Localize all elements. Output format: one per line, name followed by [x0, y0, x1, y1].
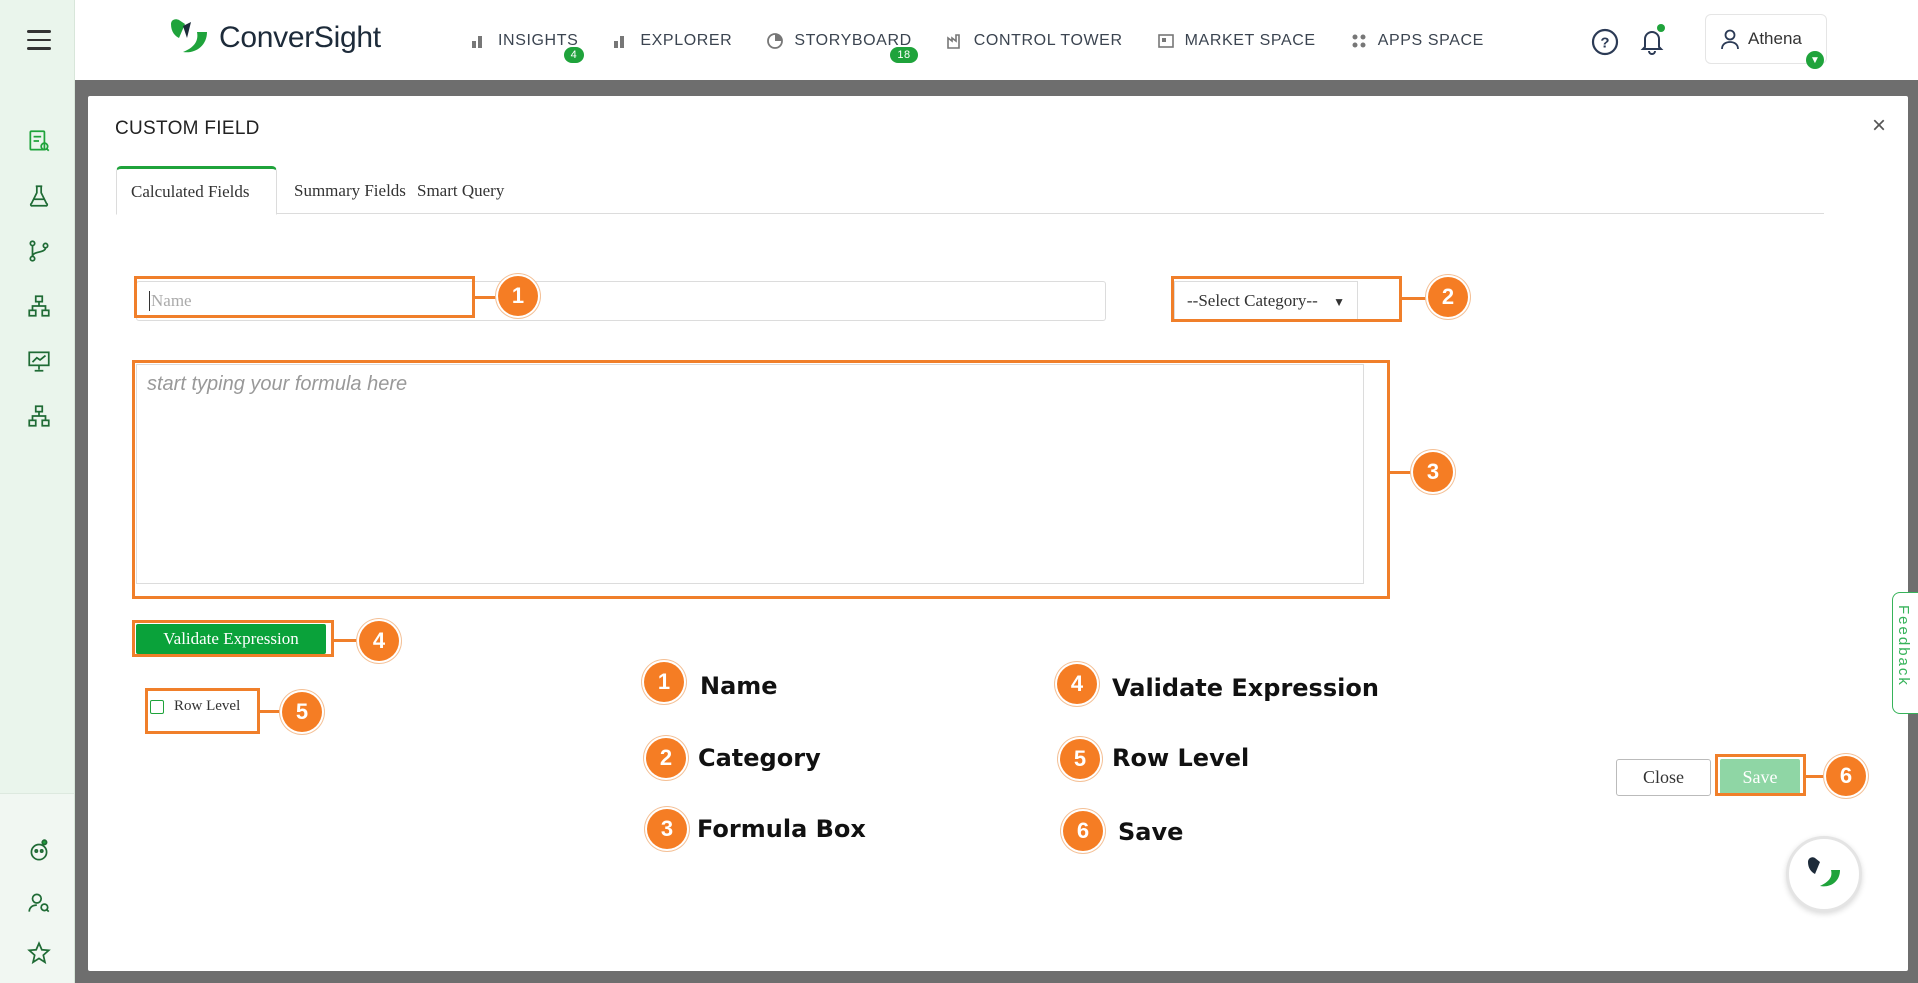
- legend-label-name: Name: [700, 672, 778, 700]
- annotation-connector-6: [1806, 775, 1826, 778]
- hierarchy-icon[interactable]: [26, 293, 52, 319]
- grid-apps-icon: [1352, 34, 1366, 48]
- feedback-tab[interactable]: Feedback: [1892, 592, 1918, 714]
- annotation-connector-1: [475, 296, 500, 299]
- branch-icon[interactable]: [26, 238, 52, 264]
- nav-storyboard[interactable]: STORYBOARD 18: [766, 32, 918, 63]
- annotation-box-validate: [132, 620, 334, 657]
- brand-logo[interactable]: ConverSight: [167, 18, 381, 58]
- legend-label-category: Category: [698, 744, 821, 772]
- nav-explorer[interactable]: EXPLORER: [612, 32, 732, 50]
- pie-chart-icon: [767, 33, 784, 49]
- market-icon: [1157, 34, 1174, 48]
- user-menu[interactable]: Athena ▼: [1705, 14, 1827, 69]
- bar-chart-icon: [472, 36, 482, 48]
- annotation-connector-3: [1390, 471, 1414, 474]
- annotation-connector-4: [334, 639, 360, 642]
- user-name: Athena: [1748, 29, 1802, 48]
- user-dropdown-icon[interactable]: ▼: [1806, 51, 1824, 69]
- legend-marker-1: 1: [644, 662, 684, 702]
- svg-text:?: ?: [1600, 35, 1609, 52]
- nav-insights-label: INSIGHTS: [498, 32, 579, 49]
- legend-label-row-level: Row Level: [1112, 744, 1250, 772]
- main-nav: INSIGHTS 4 EXPLORER STORYBOARD 18 CONTRO…: [470, 32, 1518, 63]
- bar-chart-icon: [614, 36, 625, 48]
- star-icon[interactable]: [26, 940, 52, 966]
- tab-bar: Calculated Fields Summary Fields Smart Q…: [116, 166, 1824, 215]
- rail-bottom-section: [0, 793, 74, 983]
- org-chart-icon[interactable]: [26, 403, 52, 429]
- annotation-marker-3: 3: [1413, 452, 1453, 492]
- nav-apps-space[interactable]: APPS SPACE: [1350, 32, 1484, 50]
- chatbot-logo-icon: [1808, 857, 1840, 887]
- tab-summary-fields[interactable]: Summary Fields: [280, 166, 420, 214]
- notifications-bell[interactable]: [1637, 24, 1667, 56]
- legend-marker-4: 4: [1057, 664, 1097, 704]
- annotation-box-formula: [132, 360, 1390, 599]
- close-icon[interactable]: ×: [1872, 112, 1886, 140]
- nav-control-tower-label: CONTROL TOWER: [973, 32, 1123, 49]
- report-icon[interactable]: [26, 128, 52, 154]
- top-bar: ConverSight INSIGHTS 4 EXPLORER STORYBOA…: [75, 0, 1918, 80]
- nav-market-space-label: MARKET SPACE: [1184, 32, 1316, 49]
- annotation-box-save: [1715, 754, 1806, 796]
- user-search-icon[interactable]: [26, 890, 52, 916]
- nav-control-tower[interactable]: CONTROL TOWER: [946, 32, 1123, 50]
- legend-label-validate: Validate Expression: [1112, 674, 1379, 702]
- brand-name: ConverSight: [219, 21, 381, 54]
- legend-marker-3: 3: [647, 809, 687, 849]
- legend-label-formula-box: Formula Box: [697, 815, 866, 843]
- annotation-marker-2: 2: [1428, 277, 1468, 317]
- nav-market-space[interactable]: MARKET SPACE: [1157, 32, 1316, 50]
- chatbot-launcher[interactable]: [1786, 836, 1862, 912]
- annotation-connector-2: [1402, 297, 1428, 300]
- nav-apps-space-label: APPS SPACE: [1377, 32, 1484, 49]
- tab-smart-query[interactable]: Smart Query: [403, 166, 518, 214]
- legend-marker-2: 2: [646, 738, 686, 778]
- conversight-logo-icon: [171, 19, 207, 53]
- user-icon: [1721, 29, 1739, 50]
- annotation-marker-5: 5: [282, 692, 322, 732]
- annotation-marker-6: 6: [1826, 756, 1866, 796]
- presentation-chart-icon[interactable]: [26, 348, 52, 374]
- annotation-marker-4: 4: [359, 621, 399, 661]
- legend-label-save: Save: [1118, 818, 1184, 846]
- factory-icon: [946, 34, 960, 49]
- close-button[interactable]: Close: [1616, 759, 1711, 796]
- hamburger-menu-icon[interactable]: [27, 30, 51, 52]
- flask-icon[interactable]: [26, 183, 52, 209]
- modal-title: CUSTOM FIELD: [115, 118, 260, 139]
- nav-insights[interactable]: INSIGHTS 4: [470, 32, 585, 63]
- nav-explorer-label: EXPLORER: [640, 32, 733, 49]
- insights-badge: 4: [563, 47, 585, 63]
- annotation-box-name: [134, 276, 475, 318]
- legend-marker-5: 5: [1060, 739, 1100, 779]
- annotation-marker-1: 1: [498, 276, 538, 316]
- annotation-connector-5: [260, 710, 282, 713]
- notification-dot: [1657, 24, 1665, 32]
- bot-icon[interactable]: [26, 838, 52, 864]
- annotation-box-row-level: [145, 688, 260, 734]
- annotation-box-category: [1171, 276, 1402, 322]
- feedback-label: Feedback: [1895, 605, 1912, 687]
- tab-calculated-fields[interactable]: Calculated Fields: [116, 166, 277, 215]
- legend-marker-6: 6: [1063, 811, 1103, 851]
- left-rail: [0, 0, 75, 983]
- storyboard-badge: 18: [890, 47, 918, 63]
- help-icon[interactable]: ?: [1590, 27, 1620, 57]
